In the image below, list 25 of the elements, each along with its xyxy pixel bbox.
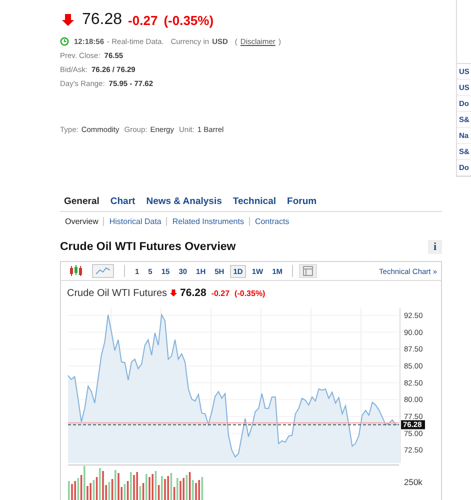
- nav-tab[interactable]: General: [64, 196, 100, 207]
- chart-change: -0.27: [211, 288, 230, 298]
- section-title: Crude Oil WTI Futures Overview: [60, 241, 236, 253]
- chart-change-percent: (-0.35%): [234, 288, 266, 298]
- sub-tab[interactable]: Contracts: [254, 217, 290, 226]
- candlestick-icon: [69, 265, 83, 277]
- nav-tab[interactable]: News & Analysis: [146, 196, 222, 207]
- info-button[interactable]: i: [428, 240, 442, 254]
- price-change: -0.27: [128, 12, 158, 28]
- nav-tab[interactable]: Technical: [232, 196, 276, 207]
- chart-price: 76.28: [180, 287, 206, 299]
- line-chart-icon: [96, 266, 110, 276]
- sub-tab[interactable]: Overview: [65, 217, 98, 226]
- volume-axis-label: 250k: [404, 477, 422, 487]
- layout-icon: [303, 266, 314, 276]
- sub-tab[interactable]: Historical Data: [109, 217, 162, 226]
- last-price: 76.28: [82, 11, 122, 29]
- sub-tab[interactable]: Related Instruments: [172, 217, 244, 226]
- layout-button[interactable]: [299, 264, 318, 278]
- instrument-name: Crude Oil WTI Futures: [67, 288, 168, 298]
- price-change-percent: (-0.35%): [164, 12, 214, 28]
- nav-tab[interactable]: Forum: [287, 196, 317, 207]
- clock-icon: [60, 37, 69, 46]
- area-chart-button[interactable]: [92, 264, 114, 278]
- nav-tab[interactable]: Chart: [110, 196, 136, 207]
